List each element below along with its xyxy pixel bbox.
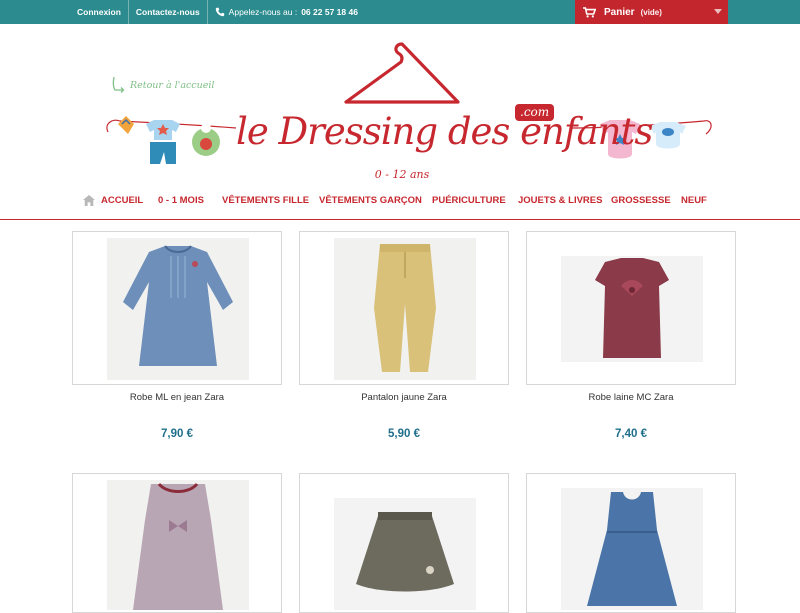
login-link[interactable]: Connexion (70, 0, 129, 24)
logo-age-range: 0 - 12 ans (374, 168, 430, 181)
product-image[interactable] (334, 498, 476, 610)
product-price: 5,90 € (388, 428, 420, 440)
top-links: Connexion Contactez-nous Appelez-nous au… (70, 0, 365, 24)
product-name[interactable]: Pantalon jaune Zara (299, 392, 509, 403)
phone-label: Appelez-nous au : (228, 7, 298, 17)
phone-info: Appelez-nous au : 06 22 57 18 46 (208, 7, 365, 17)
product-card[interactable] (72, 473, 282, 613)
phone-icon (215, 7, 224, 17)
arrow-back-icon (112, 76, 125, 93)
product-image[interactable] (561, 256, 703, 362)
nav-item-vetements-fille[interactable]: VÊTEMENTS FILLE (222, 195, 309, 206)
body-blue (650, 122, 686, 149)
hanger-icon (344, 42, 460, 104)
site-header: Retour à l'accueil le Dressing des enfan… (0, 24, 800, 190)
top-bar: Connexion Contactez-nous Appelez-nous au… (0, 0, 800, 24)
back-to-home-link[interactable]: Retour à l'accueil (110, 76, 214, 94)
product-image[interactable] (561, 488, 703, 610)
product-price: 7,90 € (161, 428, 193, 440)
home-icon (83, 195, 95, 206)
bib-green (192, 123, 220, 156)
nav-item-accueil[interactable]: ACCUEIL (83, 195, 143, 206)
nav-item-vetements-garcon[interactable]: VÊTEMENTS GARÇON (319, 195, 422, 206)
logo-illustration (106, 42, 712, 164)
phone-number[interactable]: 06 22 57 18 46 (301, 7, 358, 17)
product-name[interactable]: Robe laine MC Zara (526, 392, 736, 403)
nav-item-neuf[interactable]: NEUF (681, 195, 707, 206)
product-card[interactable] (526, 231, 736, 385)
logo-title[interactable]: le Dressing des enfants (236, 110, 653, 153)
product-name[interactable]: Robe ML en jean Zara (72, 392, 282, 403)
product-card[interactable] (526, 473, 736, 613)
product-card[interactable] (72, 231, 282, 385)
product-price: 7,40 € (615, 428, 647, 440)
product-card[interactable] (299, 473, 509, 613)
baby-outfit (146, 120, 180, 164)
cart-status: (vide) (640, 7, 662, 17)
product-image[interactable] (334, 238, 476, 380)
chevron-down-icon (714, 9, 722, 14)
cart-button[interactable]: Panier (vide) (575, 0, 728, 24)
cart-label: Panier (604, 6, 635, 18)
product-card[interactable] (299, 231, 509, 385)
product-image[interactable] (107, 480, 249, 610)
cart-icon (583, 6, 596, 17)
nav-item-0-1-mois[interactable]: 0 - 1 MOIS (158, 195, 204, 206)
nav-item-jouets-livres[interactable]: JOUETS & LIVRES (518, 195, 602, 206)
nav-item-grossesse[interactable]: GROSSESSE (611, 195, 671, 206)
back-link-label: Retour à l'accueil (130, 79, 215, 91)
main-nav: ACCUEIL 0 - 1 MOIS VÊTEMENTS FILLE VÊTEM… (0, 190, 800, 220)
contact-link[interactable]: Contactez-nous (129, 0, 208, 24)
logo-domain-badge: .com (515, 104, 555, 121)
bib-orange (118, 116, 134, 134)
nav-item-puericulture[interactable]: PUÉRICULTURE (432, 195, 506, 206)
nav-label: ACCUEIL (101, 195, 144, 206)
product-image[interactable] (107, 238, 249, 380)
